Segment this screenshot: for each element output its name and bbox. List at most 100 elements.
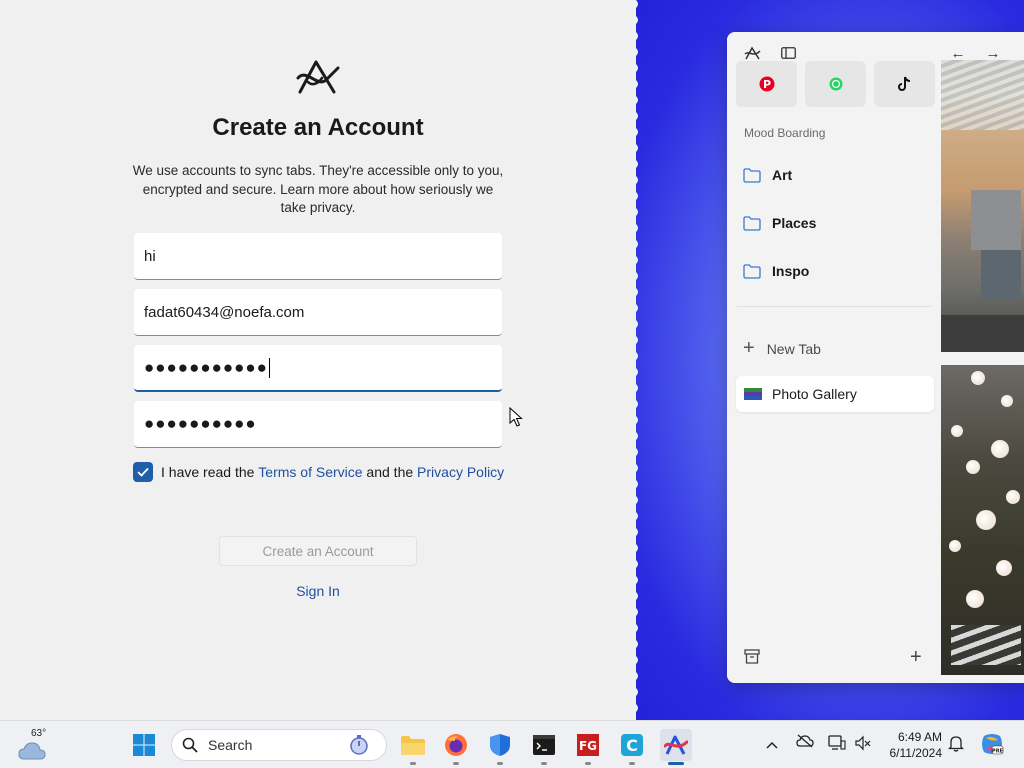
road-shape [941,315,1024,352]
running-indicator [629,762,635,765]
toggle-sidebar-icon[interactable] [779,44,797,62]
clock[interactable]: 6:49 AM 6/11/2024 [880,729,943,761]
whatsapp-icon [829,77,842,91]
taskbar-firefox[interactable] [440,729,472,761]
pinterest-icon: P [759,76,774,92]
network-monitor-icon[interactable] [828,735,846,754]
signup-panel: Create an Account We use accounts to syn… [0,0,636,720]
tab-photo-gallery[interactable]: Photo Gallery [736,376,934,412]
tiktok-icon [897,76,910,91]
copilot-pre-icon[interactable]: PRE [980,732,1004,759]
clock-time: 6:49 AM [897,730,942,744]
window-split-edge [631,0,638,720]
light-bulb [971,371,985,385]
privacy-policy-link[interactable]: Privacy Policy [417,464,504,480]
gallery-favicon-icon [744,388,762,400]
email-field-value: fadat60434@noefa.com [144,303,305,321]
svg-text:P: P [762,78,770,91]
svg-text:FG: FG [579,739,597,753]
sidebar-folder-art[interactable]: Art [743,163,792,187]
password-field[interactable]: ●●●●●●●●●●● [134,345,502,392]
add-space-icon[interactable]: + [910,646,922,669]
taskbar-search[interactable]: Search [171,729,387,761]
terms-of-service-link[interactable]: Terms of Service [258,464,362,480]
arc-sidebar: ← → P Mood Boarding Art Places Inspo + N… [727,32,1001,683]
running-indicator [497,762,503,765]
svg-text:C: C [626,736,638,755]
create-account-button[interactable]: Create an Account [219,536,417,566]
svg-text:PRE: PRE [992,749,1004,755]
search-icon [182,737,198,753]
c-app-icon: C [621,734,643,756]
arc-menu-icon[interactable] [743,44,761,62]
folder-icon [743,263,761,279]
light-bulb [966,460,980,474]
building-shape [971,190,1021,250]
gallery-image-beach[interactable] [941,60,1024,352]
terms-checkbox[interactable] [133,462,153,482]
checkmark-icon [137,467,149,477]
show-hidden-icons-chevron-icon[interactable] [766,736,778,752]
taskbar: 63° Search FG C 6:49 AM 6/11/2024 PRE [0,720,1024,768]
light-bulb [996,560,1012,576]
new-tab-button[interactable]: + New Tab [743,337,821,360]
sidebar-divider [737,306,931,307]
gallery-image-lights[interactable] [941,365,1024,675]
taskbar-defender[interactable] [484,729,516,761]
light-bulb [976,510,996,530]
favorite-whatsapp[interactable] [805,61,866,107]
email-field[interactable]: fadat60434@noefa.com [134,289,502,336]
copilot-search-highlight-icon [350,735,368,755]
favorite-tiktok[interactable] [874,61,935,107]
taskbar-c-app[interactable]: C [616,729,648,761]
mouse-cursor-icon [509,407,523,427]
light-bulb [949,540,961,552]
running-indicator [410,762,416,765]
sidebar-folder-places[interactable]: Places [743,211,816,235]
file-explorer-icon [401,736,425,755]
password-field-value: ●●●●●●●●●●● [144,357,268,377]
notification-bell-icon[interactable] [947,735,965,755]
folder-label: Inspo [772,263,810,279]
light-bulb [991,440,1009,458]
volume-muted-icon[interactable] [855,735,871,754]
search-label: Search [208,737,253,753]
windows-logo-icon [133,734,155,756]
new-tab-label: New Tab [766,340,821,357]
confirm-password-value: ●●●●●●●●●● [144,414,257,433]
onedrive-icon[interactable] [796,734,814,751]
taskbar-arc[interactable] [660,729,692,761]
favorite-pinterest[interactable]: P [736,61,797,107]
terms-prefix: I have read the [161,464,259,480]
archive-icon[interactable] [744,649,760,669]
weather-widget[interactable]: 63° [18,728,48,761]
photo-gallery-content [941,60,1024,675]
plus-icon: + [743,337,755,359]
terms-row: I have read the Terms of Service and the… [133,462,504,482]
light-bulb [1006,490,1020,504]
folder-icon [743,215,761,231]
sign-in-link[interactable]: Sign In [0,583,636,599]
taskbar-file-explorer[interactable] [397,729,429,761]
running-indicator [453,762,459,765]
staircase-shape [951,625,1021,665]
folder-label: Places [772,215,817,231]
folder-icon [743,167,761,183]
terminal-icon [533,735,555,755]
cloud-icon [18,742,46,760]
light-bulb [951,425,963,437]
space-label: Mood Boarding [744,126,826,140]
name-field[interactable]: hi [134,233,502,280]
surf-texture [941,60,1024,130]
sidebar-folder-inspo[interactable]: Inspo [743,259,809,283]
arc-browser-window: ← → P Mood Boarding Art Places Inspo + N… [727,32,1024,683]
terms-mid: and the [362,464,418,480]
taskbar-fileviewer[interactable]: FG [572,729,604,761]
taskbar-terminal[interactable] [528,729,560,761]
confirm-password-field[interactable]: ●●●●●●●●●● [134,401,502,448]
start-button[interactable] [128,729,160,761]
running-indicator-active [668,762,684,765]
firefox-icon [445,734,467,756]
folder-label: Art [772,167,793,183]
light-bulb [966,590,984,608]
